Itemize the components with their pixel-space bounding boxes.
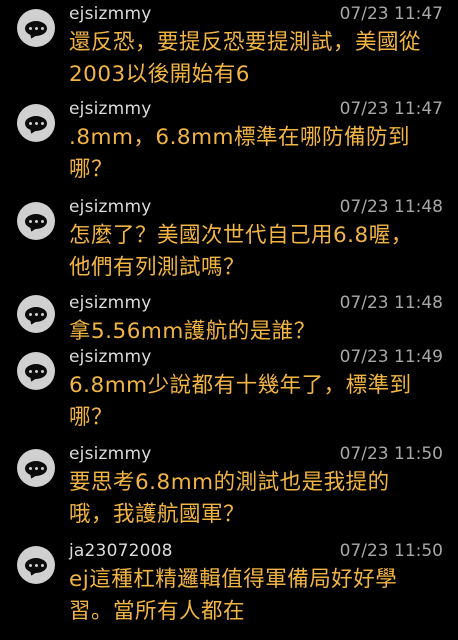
comment-text-line: 怎麼了？美國次世代自己用6.8喔， (69, 223, 413, 248)
comment-text: .8mm，6.8mm標準在哪防備防到 哪？ (69, 122, 449, 186)
comment-text-line: 他們有列測試嗎？ (69, 255, 246, 280)
comment-username[interactable]: ejsizmmy (69, 196, 151, 218)
comment-timestamp: 07/23 11:47 (339, 99, 443, 119)
comment-username[interactable]: ejsizmmy (69, 443, 151, 465)
comment-text-line: 要思考6.8mm的測試也是我提的 (69, 470, 390, 495)
comment-username[interactable]: ejsizmmy (69, 292, 151, 314)
comment-timestamp: 07/23 11:50 (339, 444, 443, 464)
comment-text-line: 哪？ (69, 405, 114, 430)
user-avatar[interactable] (17, 9, 55, 47)
comment-text: 要思考6.8mm的測試也是我提的 哦，我護航國軍？ (69, 467, 449, 531)
comment-timestamp: 07/23 11:50 (339, 541, 443, 561)
user-avatar[interactable] (17, 352, 55, 390)
comment-text: 拿5.56mm護航的是誰？ (69, 316, 449, 348)
comment-timestamp: 07/23 11:48 (339, 197, 443, 217)
chat-bubble-icon (25, 557, 47, 573)
comment-text-line: 6.8mm少說都有十幾年了，標準到 (69, 373, 412, 398)
comment-username[interactable]: ejsizmmy (69, 3, 151, 25)
comment-timestamp: 07/23 11:48 (339, 293, 443, 313)
comment-username[interactable]: ejsizmmy (69, 98, 151, 120)
comment-timestamp: 07/23 11:49 (339, 347, 443, 367)
chat-bubble-icon (25, 306, 47, 322)
chat-bubble-icon (25, 115, 47, 131)
comment-text-line: 習。當所有人都在 (69, 599, 246, 624)
comment-username[interactable]: ejsizmmy (69, 346, 151, 368)
comment-text-line: 還反恐，要提反恐要提測試，美國從 (69, 30, 422, 55)
user-avatar[interactable] (17, 104, 55, 142)
comment-text-line: ej這種杠精邏輯值得軍備局好好學 (69, 567, 398, 592)
user-avatar[interactable] (17, 295, 55, 333)
comment-username[interactable]: ja23072008 (69, 540, 173, 562)
comment-text: ej這種杠精邏輯值得軍備局好好學 習。當所有人都在 (69, 564, 449, 628)
comment-text-line: 哪？ (69, 157, 114, 182)
chat-bubble-icon (25, 213, 47, 229)
user-avatar[interactable] (17, 449, 55, 487)
comment-text-line: 2003以後開始有6 (69, 62, 250, 87)
user-avatar[interactable] (17, 202, 55, 240)
comment-text-line: 哦，我護航國軍？ (69, 502, 246, 527)
comment-text-line: 拿5.56mm護航的是誰？ (69, 319, 316, 344)
comment-text-line: .8mm，6.8mm標準在哪防備防到 (69, 125, 410, 150)
user-avatar[interactable] (17, 546, 55, 584)
chat-bubble-icon (25, 20, 47, 36)
comment-list: ejsizmmy 07/23 11:47 還反恐，要提反恐要提測試，美國從 20… (0, 0, 458, 640)
chat-bubble-icon (25, 363, 47, 379)
comment-text: 還反恐，要提反恐要提測試，美國從 2003以後開始有6 (69, 27, 449, 91)
comment-timestamp: 07/23 11:47 (339, 4, 443, 24)
comment-text: 6.8mm少說都有十幾年了，標準到 哪？ (69, 370, 449, 434)
comment-text: 怎麼了？美國次世代自己用6.8喔， 他們有列測試嗎？ (69, 220, 449, 284)
chat-bubble-icon (25, 460, 47, 476)
